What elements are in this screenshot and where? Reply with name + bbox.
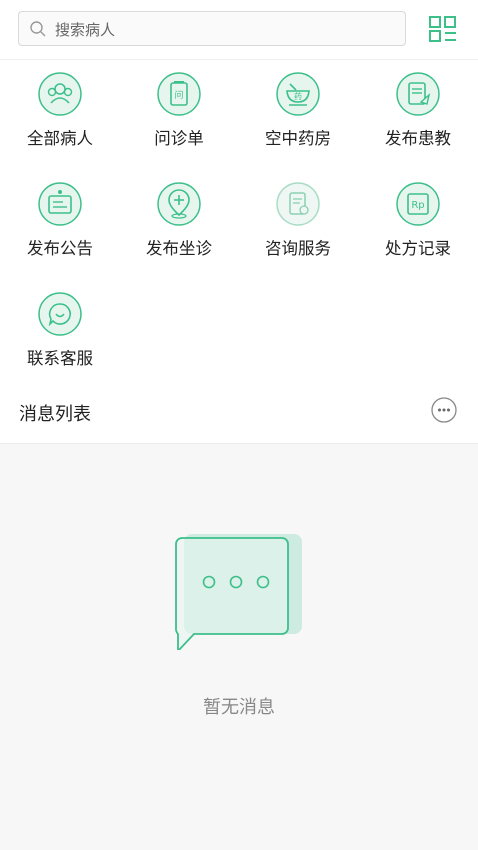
svg-text:问: 问 <box>174 89 183 101</box>
grid-item-all-patients[interactable]: 全部病人 <box>0 60 120 150</box>
search-icon <box>30 21 46 37</box>
grid-item-customer-service[interactable]: 联系客服 <box>0 280 120 370</box>
svg-text:药: 药 <box>294 91 302 101</box>
grid-item-education[interactable]: 发布患教 <box>358 60 478 150</box>
grid-item-label: 问诊单 <box>154 129 204 148</box>
grid-item-consult-form[interactable]: 问 问诊单 <box>119 60 239 150</box>
search-box[interactable] <box>18 11 406 46</box>
clinic-location-icon <box>157 182 201 226</box>
message-list-header: 消息列表 <box>0 378 478 444</box>
grid-item-clinic[interactable]: 发布坐诊 <box>119 170 239 260</box>
grid-item-label: 发布公告 <box>27 239 93 258</box>
grid-item-prescription[interactable]: Rp 处方记录 <box>358 170 478 260</box>
consult-service-icon <box>276 182 320 226</box>
more-options-icon[interactable] <box>431 397 457 423</box>
announcement-icon <box>38 182 82 226</box>
grid-item-consult-service[interactable]: 咨询服务 <box>238 170 358 260</box>
grid-item-label: 咨询服务 <box>265 239 331 258</box>
grid-item-label: 发布患教 <box>385 129 451 148</box>
consult-form-icon: 问 <box>157 72 201 116</box>
grid-item-label: 处方记录 <box>385 239 451 258</box>
grid-item-announcement[interactable]: 发布公告 <box>0 170 120 260</box>
svg-text:Rp: Rp <box>411 200 424 211</box>
search-input[interactable] <box>53 18 397 42</box>
grid-item-label: 联系客服 <box>27 349 93 368</box>
grid-item-label: 空中药房 <box>265 129 331 148</box>
qr-code-icon[interactable] <box>428 15 458 43</box>
empty-state-text: 暂无消息 <box>203 697 275 718</box>
prescription-icon: Rp <box>396 182 440 226</box>
education-icon <box>396 72 440 116</box>
grid-item-label: 全部病人 <box>27 129 93 148</box>
grid-item-label: 发布坐诊 <box>146 239 212 258</box>
pharmacy-icon: 药 <box>276 72 320 116</box>
customer-service-icon <box>38 292 82 336</box>
patients-icon <box>38 72 82 116</box>
grid-item-pharmacy[interactable]: 药 空中药房 <box>238 60 358 150</box>
message-list-title: 消息列表 <box>19 404 91 425</box>
empty-message-icon <box>175 534 302 650</box>
